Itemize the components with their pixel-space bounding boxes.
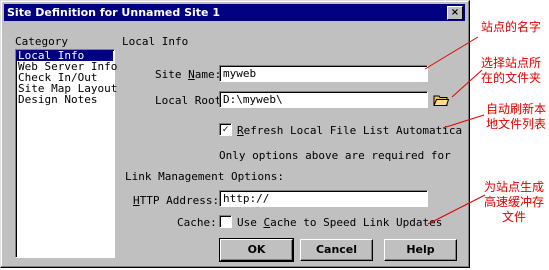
- annotation-folder-line1: 选择站点所: [481, 56, 542, 70]
- local-root-label: Local Root: [155, 94, 222, 107]
- close-icon[interactable]: ×: [447, 6, 463, 20]
- annotation-refresh: 自动刷新本 地文件列表: [486, 102, 546, 132]
- annotation-cache-line3: 文件: [502, 210, 527, 224]
- annotation-folder-line2: 在的文件夹: [481, 71, 542, 85]
- refresh-label: Refresh Local File List Automatica: [237, 124, 462, 137]
- category-item-design-notes[interactable]: Design Notes: [16, 94, 114, 105]
- annotation-cache-line1: 为站点生成: [484, 180, 545, 194]
- refresh-label-key: R: [237, 124, 244, 137]
- site-name-label-post: ame:: [194, 68, 222, 81]
- link-management-heading: Link Management Options:: [125, 170, 284, 183]
- refresh-label-rest: efresh Local File List Automatica: [243, 124, 463, 137]
- help-button[interactable]: Help: [384, 239, 457, 261]
- annotation-cache: 为站点生成 高速缓冲存 文件: [484, 180, 544, 225]
- annotation-site-name: 站点的名字: [481, 20, 542, 34]
- http-address-label: HTTP Address:: [133, 194, 219, 207]
- category-heading: Category: [15, 35, 68, 48]
- window-title: Site Definition for Unnamed Site 1: [7, 6, 220, 19]
- category-list[interactable]: Local Info Web Server Info Check In/Out …: [15, 49, 117, 258]
- http-address-input[interactable]: http://: [219, 190, 428, 207]
- local-root-input[interactable]: D:\myweb\: [219, 91, 428, 108]
- cache-checkbox[interactable]: [219, 215, 232, 228]
- title-bar: Site Definition for Unnamed Site 1 ×: [4, 4, 465, 21]
- cancel-button[interactable]: Cancel: [300, 239, 373, 261]
- cache-option-pre: Use: [237, 216, 264, 229]
- annotation-cache-line2: 高速缓冲存: [484, 195, 545, 209]
- site-name-label-key: N: [188, 68, 195, 81]
- ok-button[interactable]: OK: [219, 238, 294, 262]
- site-name-input[interactable]: myweb: [219, 65, 428, 82]
- annotation-refresh-line2: 地文件列表: [486, 117, 547, 131]
- http-label-key: H: [133, 194, 140, 207]
- site-name-label-pre: Site: [155, 68, 189, 81]
- annotation-folder: 选择站点所 在的文件夹: [481, 56, 541, 86]
- annotation-refresh-line1: 自动刷新本: [486, 102, 547, 116]
- refresh-checkbox[interactable]: ✓: [219, 123, 232, 136]
- required-note: Only options above are required for: [219, 149, 451, 162]
- folder-icon[interactable]: [433, 93, 449, 107]
- site-name-label: Site Name:: [155, 68, 221, 81]
- site-definition-dialog: Site Definition for Unnamed Site 1 × Cat…: [0, 0, 470, 268]
- cache-option-label: Use Cache to Speed Link Updates: [237, 216, 442, 229]
- cache-option-post: ache to Speed Link Updates: [270, 216, 443, 229]
- cache-label: Cache:: [177, 216, 217, 229]
- http-label-rest: TTP Address:: [139, 194, 220, 207]
- local-info-heading: Local Info: [122, 35, 189, 48]
